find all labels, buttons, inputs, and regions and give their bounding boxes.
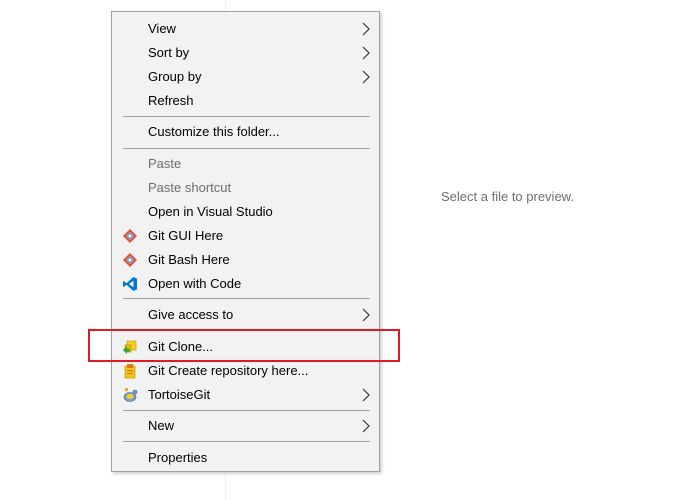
menu-item-label: Open with Code — [148, 276, 242, 291]
chevron-right-icon — [361, 46, 371, 60]
menu-item-label: Git Bash Here — [148, 252, 230, 267]
menu-item-properties[interactable]: Properties — [112, 446, 379, 470]
menu-item-label: New — [148, 418, 175, 433]
menu-item-git-gui-here[interactable]: Git GUI Here — [112, 224, 379, 248]
git-bash-icon — [122, 252, 138, 268]
menu-separator — [123, 298, 370, 299]
menu-item-open-with-code[interactable]: Open with Code — [112, 272, 379, 296]
menu-item-new[interactable]: New — [112, 414, 379, 438]
menu-item-sort-by[interactable]: Sort by — [112, 41, 379, 65]
preview-pane-message: Select a file to preview. — [441, 189, 574, 204]
menu-separator — [123, 116, 370, 117]
tortoisegit-create-repo-icon — [122, 363, 138, 379]
chevron-right-icon — [361, 308, 371, 322]
menu-item-label: Paste shortcut — [148, 180, 232, 195]
menu-item-give-access-to[interactable]: Give access to — [112, 303, 379, 327]
menu-separator — [123, 410, 370, 411]
menu-item-label: Refresh — [148, 93, 194, 108]
menu-item-paste-shortcut: Paste shortcut — [112, 176, 379, 200]
menu-item-view[interactable]: View — [112, 17, 379, 41]
menu-separator — [123, 148, 370, 149]
menu-item-label: Customize this folder... — [148, 124, 280, 139]
menu-item-open-in-visual-studio[interactable]: Open in Visual Studio — [112, 200, 379, 224]
git-clone-highlight-box — [88, 329, 400, 362]
menu-item-label: TortoiseGit — [148, 387, 211, 402]
menu-item-label: Properties — [148, 450, 208, 465]
menu-item-label: Group by — [148, 69, 202, 84]
chevron-right-icon — [361, 22, 371, 36]
menu-item-refresh[interactable]: Refresh — [112, 89, 379, 113]
menu-item-git-bash-here[interactable]: Git Bash Here — [112, 248, 379, 272]
chevron-right-icon — [361, 419, 371, 433]
menu-item-label: Give access to — [148, 307, 234, 322]
chevron-right-icon — [361, 70, 371, 84]
menu-separator — [123, 441, 370, 442]
menu-item-git-create-repository[interactable]: Git Create repository here... — [112, 359, 379, 383]
menu-item-tortoisegit[interactable]: TortoiseGit — [112, 383, 379, 407]
tortoisegit-icon — [122, 387, 138, 403]
context-menu: View Sort by Group by Refresh Customize … — [111, 11, 380, 472]
menu-item-label: Sort by — [148, 45, 190, 60]
menu-item-label: Git GUI Here — [148, 228, 224, 243]
menu-item-customize-folder[interactable]: Customize this folder... — [112, 120, 379, 144]
git-gui-icon — [122, 228, 138, 244]
menu-item-label: Git Create repository here... — [148, 363, 309, 378]
vscode-icon — [122, 276, 138, 292]
menu-item-label: Paste — [148, 156, 182, 171]
menu-item-paste: Paste — [112, 152, 379, 176]
chevron-right-icon — [361, 388, 371, 402]
menu-item-group-by[interactable]: Group by — [112, 65, 379, 89]
menu-item-label: View — [148, 21, 176, 36]
menu-item-label: Open in Visual Studio — [148, 204, 273, 219]
